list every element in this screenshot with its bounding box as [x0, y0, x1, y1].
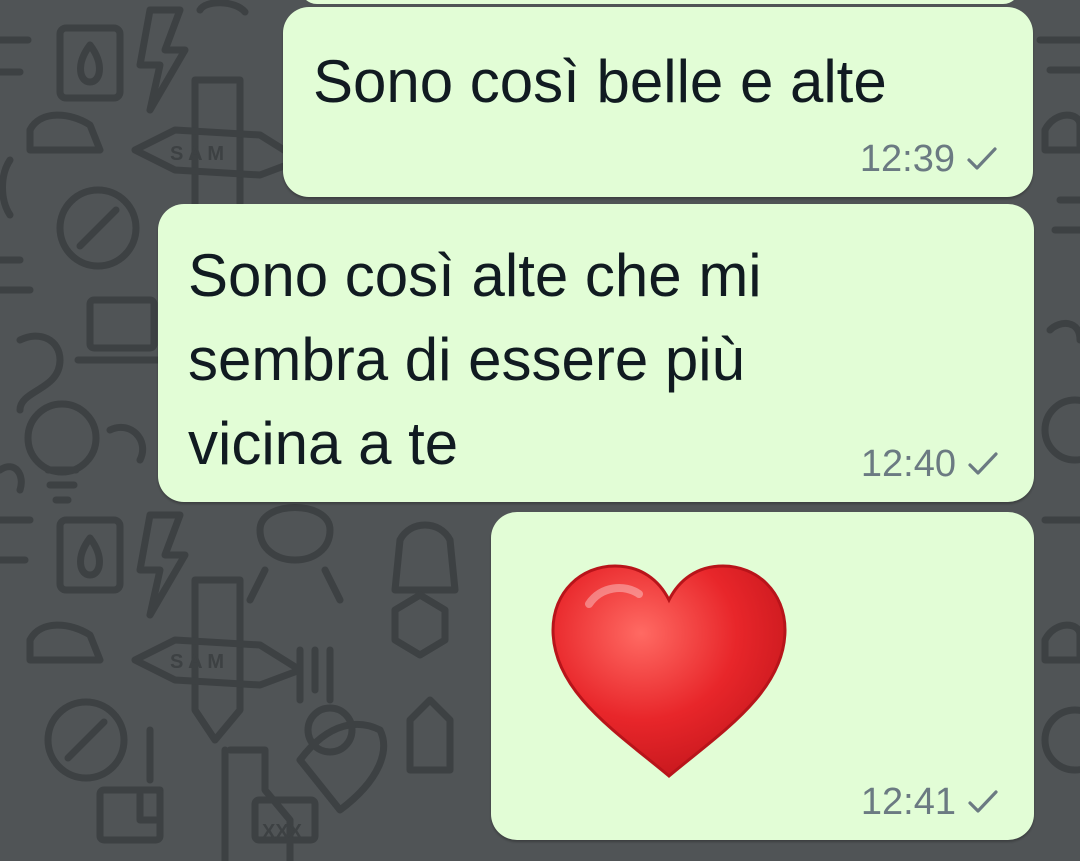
message-meta: 12:40	[861, 442, 1000, 486]
message-time: 12:39	[859, 138, 955, 180]
message-meta: 12:41	[861, 780, 1000, 824]
outgoing-message-bubble[interactable]: Sono così belle e alte 12:39	[283, 7, 1033, 197]
svg-text:S A M: S A M	[170, 143, 224, 165]
outgoing-emoji-message-bubble[interactable]: 12:41	[491, 512, 1034, 840]
message-meta: 12:39	[860, 137, 999, 181]
sent-single-check-icon	[968, 452, 998, 475]
message-time: 12:41	[860, 781, 956, 823]
message-text: Sono così alte che mi sembra di essere p…	[188, 242, 762, 477]
message-text: Sono così belle e alte	[313, 48, 887, 115]
sent-single-check-icon	[968, 790, 998, 813]
svg-text:S A M: S A M	[170, 651, 224, 673]
red-heart-icon	[551, 564, 787, 778]
svg-text:XXX: XXX	[262, 821, 303, 843]
outgoing-message-bubble[interactable]: Sono così alte che mi sembra di essere p…	[158, 204, 1034, 502]
previous-message-bubble-edge	[300, 0, 1020, 4]
message-time: 12:40	[860, 443, 956, 485]
sent-single-check-icon	[967, 147, 997, 170]
